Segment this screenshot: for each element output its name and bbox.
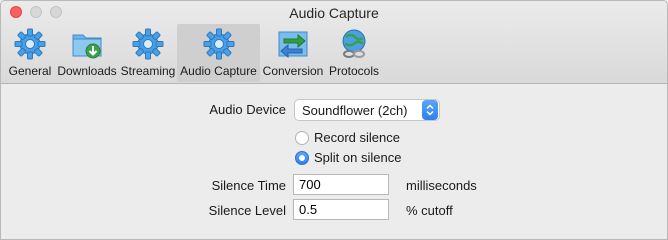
preferences-toolbar: General Downloads Streaming Audio Captur… xyxy=(5,24,382,82)
preferences-window: Audio Capture General Downloads Streamin… xyxy=(0,0,668,240)
audio-capture-pane: Audio Device Soundflower (2ch) Record si… xyxy=(1,84,667,239)
tab-audio-capture-label: Audio Capture xyxy=(180,64,257,78)
audio-device-label: Audio Device xyxy=(209,102,286,117)
silence-time-label: Silence Time xyxy=(211,178,286,193)
record-silence-radio[interactable] xyxy=(295,130,309,145)
tab-downloads[interactable]: Downloads xyxy=(55,24,119,82)
split-on-silence-radio[interactable] xyxy=(295,150,309,165)
tab-streaming-label: Streaming xyxy=(120,64,176,78)
tab-audio-capture[interactable]: Audio Capture xyxy=(177,24,260,82)
tab-general[interactable]: General xyxy=(5,24,55,82)
popup-arrows-icon xyxy=(422,100,438,120)
silence-level-label: Silence Level xyxy=(208,203,286,218)
conversion-icon xyxy=(278,31,308,59)
window-title: Audio Capture xyxy=(289,5,379,21)
silence-level-input[interactable] xyxy=(293,199,389,220)
tab-conversion-label: Conversion xyxy=(262,64,324,78)
tab-general-label: General xyxy=(8,64,52,78)
tab-downloads-label: Downloads xyxy=(57,64,117,78)
titlebar: Audio Capture General Downloads Streamin… xyxy=(1,1,667,84)
audio-device-value: Soundflower (2ch) xyxy=(302,102,408,118)
silence-time-input[interactable] xyxy=(293,174,389,195)
split-on-silence-label: Split on silence xyxy=(314,150,402,165)
audio-device-popup[interactable]: Soundflower (2ch) xyxy=(294,99,440,121)
record-silence-option[interactable]: Record silence xyxy=(295,130,400,145)
gear-icon xyxy=(14,28,46,60)
record-silence-label: Record silence xyxy=(314,130,400,145)
silence-time-unit: milliseconds xyxy=(406,178,477,193)
tab-protocols-label: Protocols xyxy=(328,64,380,78)
gear-icon xyxy=(203,28,234,60)
tab-protocols[interactable]: Protocols xyxy=(326,24,382,82)
silence-level-unit: % cutoff xyxy=(406,203,453,218)
downloads-folder-icon xyxy=(72,34,102,59)
split-on-silence-option[interactable]: Split on silence xyxy=(295,150,401,165)
tab-streaming[interactable]: Streaming xyxy=(119,24,177,82)
gear-icon xyxy=(132,28,164,60)
tab-conversion[interactable]: Conversion xyxy=(260,24,326,82)
globe-chain-icon xyxy=(342,29,366,58)
